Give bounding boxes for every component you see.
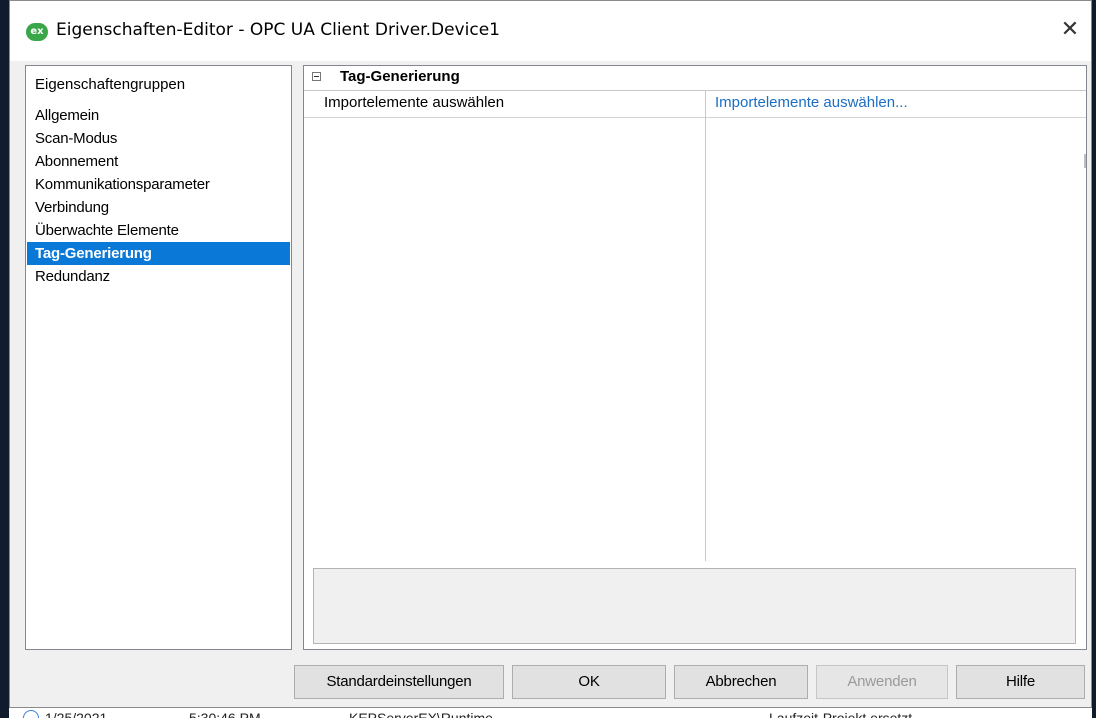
background-strip-right bbox=[1092, 0, 1096, 718]
app-logo-icon: ex bbox=[26, 23, 48, 41]
property-groups-header: Eigenschaftengruppen bbox=[35, 76, 186, 93]
category-row: Tag-Generierung bbox=[304, 66, 1086, 91]
close-button[interactable]: ✕ bbox=[1053, 13, 1087, 47]
group-item-scan-modus[interactable]: Scan-Modus bbox=[27, 127, 290, 150]
group-item-tag-generierung[interactable]: Tag-Generierung bbox=[27, 242, 290, 265]
group-item-abonnement[interactable]: Abonnement bbox=[27, 150, 290, 173]
log-message: Laufzeit-Projekt ersetzt bbox=[769, 710, 913, 718]
ok-button[interactable]: OK bbox=[512, 665, 666, 699]
property-groups-list[interactable]: Eigenschaftengruppen Allgemein Scan-Modu… bbox=[25, 65, 292, 650]
group-item-ueberwachte-elemente[interactable]: Überwachte Elemente bbox=[27, 219, 290, 242]
title-bar[interactable]: ex Eigenschaften-Editor - OPC UA Client … bbox=[10, 1, 1091, 61]
group-item-verbindung[interactable]: Verbindung bbox=[27, 196, 290, 219]
group-item-allgemein[interactable]: Allgemein bbox=[27, 104, 290, 127]
properties-editor-dialog: ex Eigenschaften-Editor - OPC UA Client … bbox=[9, 0, 1092, 708]
collapse-minus-icon[interactable] bbox=[312, 72, 321, 81]
category-label: Tag-Generierung bbox=[340, 68, 460, 85]
property-row[interactable]: Importelemente auswählen Importelemente … bbox=[304, 91, 1086, 118]
property-groups-items: Allgemein Scan-Modus Abonnement Kommunik… bbox=[27, 104, 290, 288]
help-button[interactable]: Hilfe bbox=[956, 665, 1085, 699]
property-grid: Tag-Generierung Importelemente auswählen… bbox=[303, 65, 1087, 650]
log-date: 1/25/2021 bbox=[45, 710, 108, 718]
window-title: Eigenschaften-Editor - OPC UA Client Dri… bbox=[56, 20, 500, 40]
apply-button[interactable]: Anwenden bbox=[816, 665, 948, 699]
property-value-link[interactable]: Importelemente auswählen... bbox=[715, 94, 908, 111]
background-log-line: 1/25/2021 5:30:46 PM KEPServerEX\Runtime… bbox=[9, 708, 1092, 718]
group-item-redundanz[interactable]: Redundanz bbox=[27, 265, 290, 288]
log-source: KEPServerEX\Runtime bbox=[349, 710, 493, 718]
log-time: 5:30:46 PM bbox=[189, 710, 261, 718]
property-name: Importelemente auswählen bbox=[324, 94, 505, 111]
info-icon bbox=[23, 710, 39, 718]
background-strip-left bbox=[0, 0, 9, 718]
cancel-button[interactable]: Abbrechen bbox=[674, 665, 808, 699]
description-panel bbox=[313, 568, 1076, 644]
column-divider[interactable] bbox=[705, 91, 706, 561]
defaults-button[interactable]: Standardeinstellungen bbox=[294, 665, 504, 699]
group-item-kommunikationsparameter[interactable]: Kommunikationsparameter bbox=[27, 173, 290, 196]
scrollbar-edge bbox=[1084, 154, 1086, 168]
